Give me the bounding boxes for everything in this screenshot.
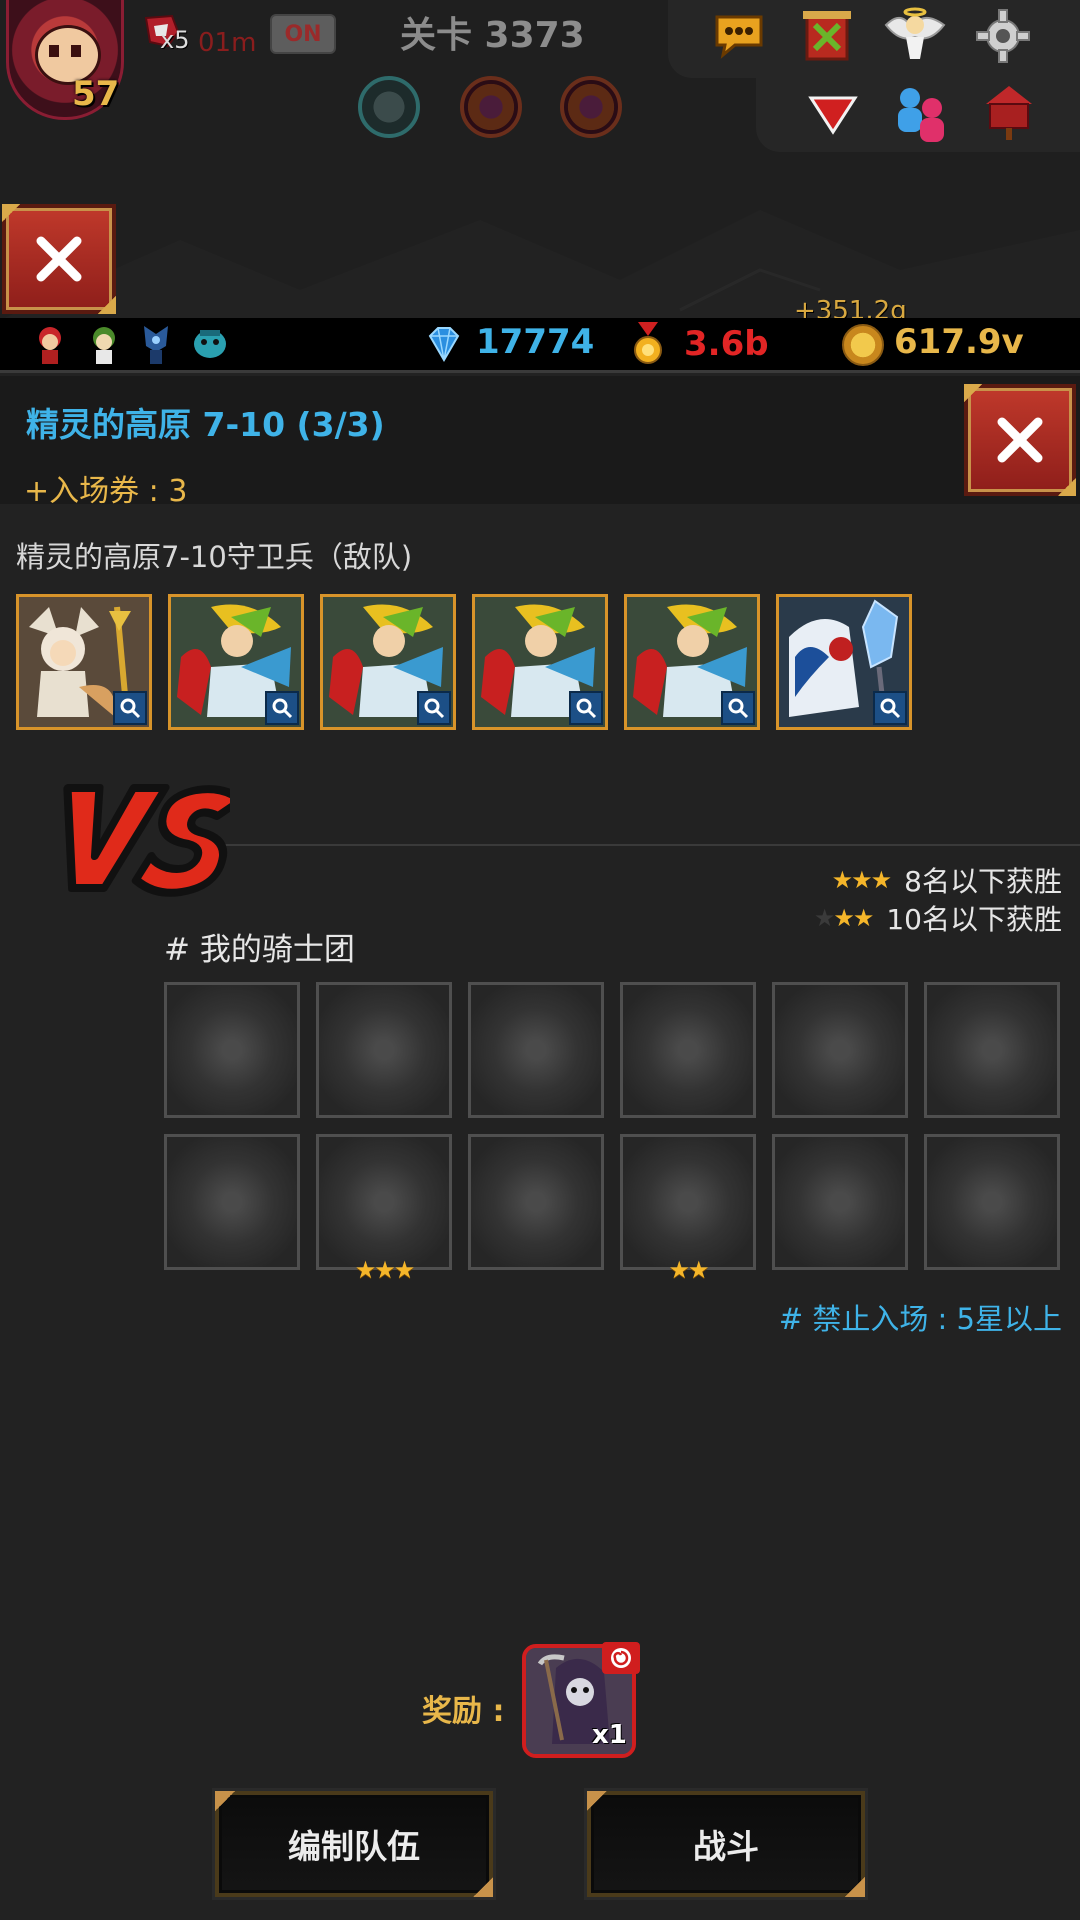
ticket-reward: +入场券 : 3 [24,474,188,509]
gold-coin-icon [842,324,884,366]
gem-count: 17774 [476,322,595,362]
button-corner [473,1877,493,1897]
two-star-condition-text: 10名以下获胜 [886,903,1062,936]
button-corner [1058,478,1076,496]
button-corner [2,204,20,222]
auto-toggle[interactable]: ON [270,14,336,54]
hud-menu-row-2 [756,76,1080,152]
button-corner [587,1791,607,1811]
button-corner [964,384,982,402]
party-hero-green-icon[interactable] [84,322,124,366]
team-slot[interactable] [316,982,452,1118]
three-star-condition-text: 8名以下获胜 [904,865,1062,898]
mailbox-icon[interactable] [974,80,1044,144]
angel-icon[interactable] [880,2,950,66]
vs-logo [63,784,230,897]
team-slot[interactable] [620,1134,756,1270]
team-slot[interactable] [164,1134,300,1270]
resource-bar: 17774 3.6b 617.9v [0,318,1080,373]
enemy-card-elf-archer[interactable] [624,594,760,730]
avatar-eye [71,45,81,57]
friends-icon[interactable] [886,80,956,144]
enemy-team-label: 精灵的高原7-10守卫兵（敌队) [16,540,413,574]
avatar-eye [49,45,59,57]
gem-icon [428,327,460,362]
reward-label: 奖励 : [422,1694,505,1729]
fight-button[interactable]: 战斗 [584,1788,868,1900]
button-corner [215,1791,235,1811]
enemy-card-elf-archer[interactable] [472,594,608,730]
team-slot[interactable] [468,1134,604,1270]
team-slot[interactable] [316,1134,452,1270]
two-star-condition: ★★★ 10名以下获胜 [814,898,1062,938]
party-hero-cyan-icon[interactable] [190,322,230,366]
top-hud: 57 x5 01m ON 关卡 3373 +351.2g [0,0,1080,318]
team-slot[interactable] [924,1134,1060,1270]
reward-quantity: x1 [592,1720,627,1750]
vs-divider [216,844,1080,846]
team-slot[interactable] [772,1134,908,1270]
my-team-label: # 我的骑士团 [164,932,355,968]
slot-star-rating: ★★ [668,1256,709,1284]
enemy-card-ice-beast[interactable] [776,594,912,730]
settings-gear-icon[interactable] [968,4,1038,68]
inspect-icon[interactable] [721,691,755,725]
buff-orb-fire[interactable] [560,76,622,138]
inspect-icon[interactable] [265,691,299,725]
team-slot[interactable] [772,982,908,1118]
button-corner [845,1877,865,1897]
close-stage-button[interactable] [964,384,1076,496]
stage-name: 精灵的高原 7-10 (3/3) [26,405,385,444]
stage-number-title: 关卡 3373 [400,15,585,56]
gold-gain-popup: +351.2g [794,296,907,318]
player-level: 57 [72,74,120,114]
team-slot[interactable] [924,982,1060,1118]
chat-icon[interactable] [704,4,774,68]
collapse-arrow-icon[interactable] [798,82,868,146]
medal-count: 3.6b [684,324,769,364]
edit-team-label: 编制队伍 [288,1827,420,1866]
enemy-card-elf-archer[interactable] [168,594,304,730]
close-dialog-button[interactable] [2,204,116,314]
slot-star-rating: ★★★ [354,1256,416,1284]
inspect-icon[interactable] [417,691,451,725]
team-slot[interactable] [620,982,756,1118]
inspect-icon[interactable] [569,691,603,725]
medal-icon [634,322,662,364]
three-star-icon: ★★★ [831,866,893,894]
inspect-icon[interactable] [873,691,907,725]
team-slot[interactable] [164,982,300,1118]
boost-count: x5 [160,26,190,54]
entry-restriction: # 禁止入场 : 5星以上 [778,1302,1062,1336]
hud-menu-row-1 [668,0,1080,78]
three-star-condition: ★★★ 8名以下获胜 [832,860,1062,900]
party-hero-blue-knight-icon[interactable] [136,322,176,366]
buff-orb-fire[interactable] [460,76,522,138]
two-star-icon: ★★★ [813,904,875,932]
stage-header: 精灵的高原 7-10 (3/3) +入场券 : 3 [0,376,1080,509]
buff-orb-cake[interactable] [358,76,420,138]
reward-swirl-icon [602,1642,640,1674]
boost-timer: 01m [198,28,257,58]
button-corner [98,296,116,314]
edit-team-button[interactable]: 编制队伍 [212,1788,496,1900]
gold-count: 617.9v [894,322,1024,362]
close-icon [36,236,82,282]
background-scenery [4,210,1080,318]
close-icon [997,417,1043,463]
enemy-card-fox-priestess[interactable] [16,594,152,730]
fight-label: 战斗 [693,1827,759,1866]
guild-banner-icon[interactable] [792,4,862,68]
party-hero-red-icon[interactable] [30,322,70,366]
inspect-icon[interactable] [113,691,147,725]
enemy-card-elf-archer[interactable] [320,594,456,730]
team-slot[interactable] [468,982,604,1118]
